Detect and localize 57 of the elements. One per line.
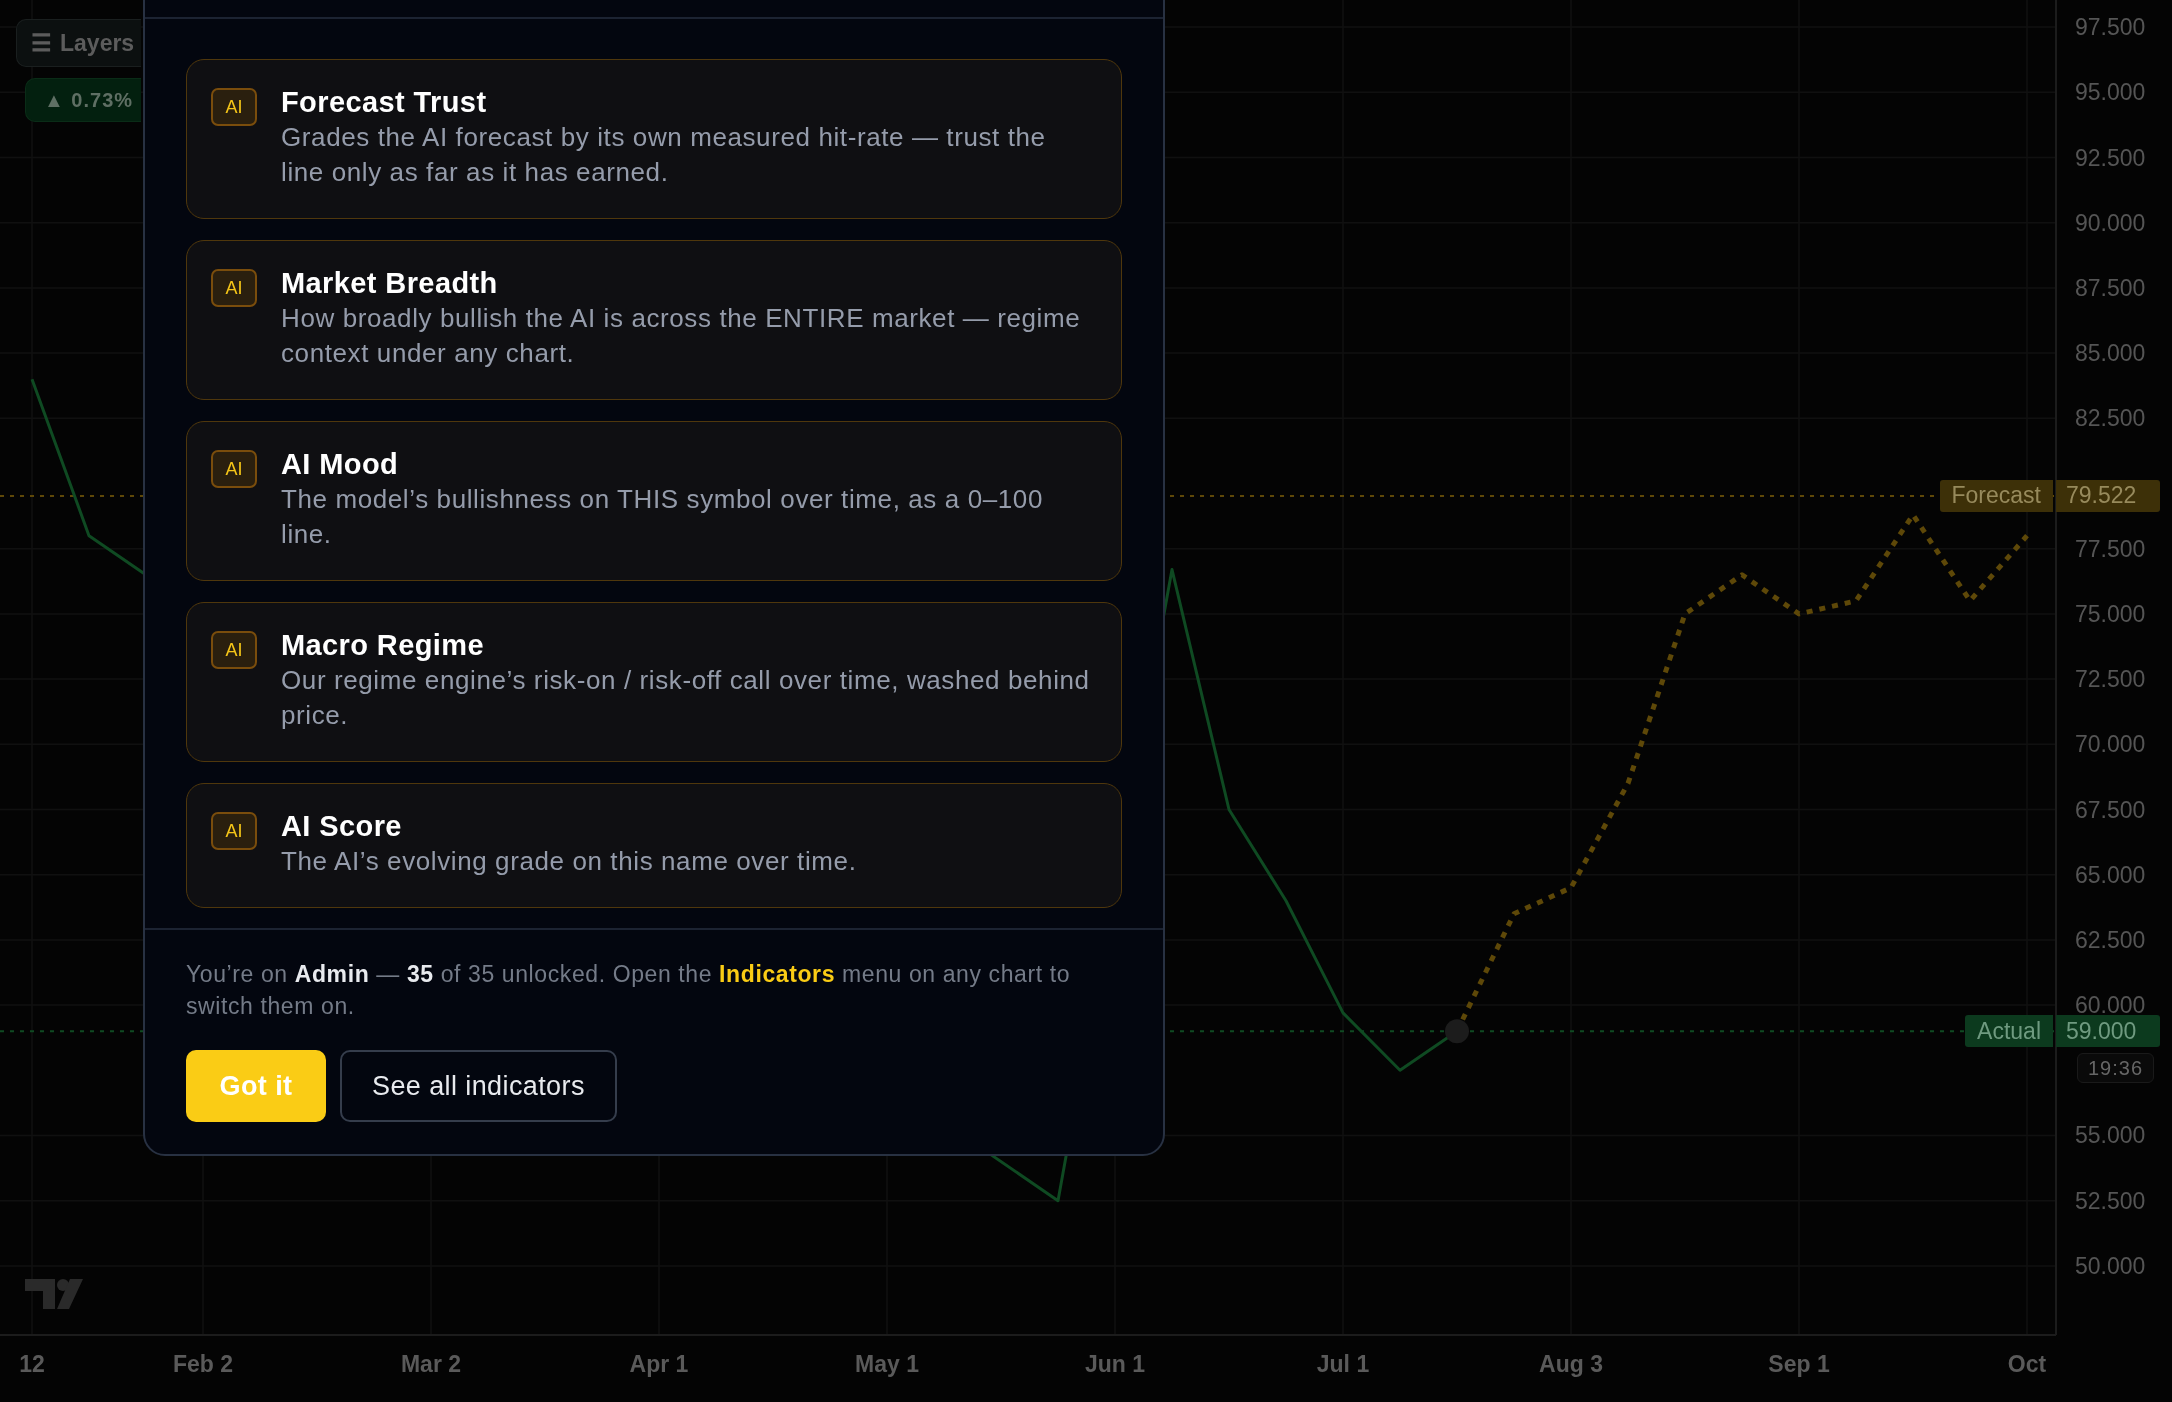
y-axis-label: 70.000	[2075, 731, 2146, 758]
y-axis-label: 75.000	[2075, 600, 2146, 627]
x-axis-label: Sep 1	[1768, 1351, 1830, 1377]
x-axis-label: Jul 1	[1316, 1351, 1370, 1377]
y-axis-label: 97.500	[2075, 14, 2146, 41]
y-axis-label: 82.500	[2075, 405, 2146, 432]
card-description: Our regime engine’s risk-on / risk-off call over time, washed behind price.	[281, 664, 1091, 732]
card-title: Forecast Trust	[281, 85, 488, 120]
logo-icon	[25, 1279, 83, 1309]
y-axis-label: 50.000	[2075, 1252, 2146, 1279]
x-axis-label: Feb 2	[172, 1351, 234, 1377]
y-axis-label: 62.500	[2075, 926, 2146, 953]
see-all-button[interactable]: See all indicators	[340, 1050, 617, 1122]
x-axis-label: Oct	[2007, 1351, 2047, 1377]
last-point-marker	[1445, 1019, 1469, 1044]
y-axis-label: 72.500	[2075, 666, 2146, 693]
x-axis-label: Aug 3	[1539, 1351, 1603, 1377]
countdown-label: 19:36	[2077, 1053, 2155, 1083]
y-axis-label: 55.000	[2075, 1122, 2146, 1149]
ai-badge: AI	[211, 88, 257, 126]
ai-badge: AI	[211, 631, 257, 669]
card-description: How broadly bullish the AI is across the ENTIRE market — regime context under any chart.	[281, 302, 1082, 370]
y-axis-label: 77.500	[2075, 535, 2146, 562]
card-title: Market Breadth	[281, 266, 499, 301]
ai-badge: AI	[211, 269, 257, 307]
ai-badge: AI	[211, 450, 257, 488]
footer-note: You’re on Admin — 35 of 35 unlocked. Open the Indicators menu on any chart to switch them on.	[186, 960, 1072, 1021]
card-description: Grades the AI forecast by its own measured hit-rate — trust the line only as far as it has earned.	[281, 121, 1047, 189]
x-axis-label: Jun 1	[1084, 1351, 1146, 1377]
indicator-card[interactable]: AI Forecast Trust Grades the AI forecast by its own measured hit-rate — trust the line only as far as it has earned.	[186, 59, 1122, 219]
card-title: Macro Regime	[281, 628, 486, 663]
price-label-name: Actual	[1965, 1015, 2053, 1048]
card-description: The AI’s evolving grade on this name over time.	[281, 845, 857, 878]
indicator-card[interactable]: AI AI Mood The model’s bullishness on THIS symbol over time, as a 0–100 line.	[186, 421, 1122, 581]
indicator-card[interactable]: AI AI Score The AI’s evolving grade on this name over time.	[186, 783, 1122, 908]
y-axis-label: 92.500	[2075, 144, 2146, 171]
card-title: AI Score	[281, 809, 403, 844]
price-label-value: 59.000	[2056, 1015, 2160, 1048]
card-title: AI Mood	[281, 447, 400, 482]
price-label-name: Forecast	[1939, 479, 2053, 512]
ai-badge: AI	[211, 812, 257, 850]
indicator-card[interactable]: AI Macro Regime Our regime engine’s risk-on / risk-off call over time, washed behind price.	[186, 602, 1122, 762]
y-axis-label: 67.500	[2075, 796, 2146, 823]
card-description: The model’s bullishness on THIS symbol over time, as a 0–100 line.	[281, 483, 1044, 551]
y-axis-label: 52.500	[2075, 1187, 2146, 1214]
x-axis-label: Apr 1	[629, 1351, 689, 1377]
y-axis-label: 65.000	[2075, 861, 2146, 888]
indicator-card[interactable]: AI Market Breadth How broadly bullish the AI is across the ENTIRE market — regime context under any chart.	[186, 240, 1122, 400]
change-badge: ▲ 0.73%	[25, 78, 141, 122]
x-axis-label: Mar 2	[400, 1351, 462, 1377]
x-axis-label: May 1	[855, 1351, 919, 1377]
y-axis-label: 87.500	[2075, 274, 2146, 301]
y-axis-label: 85.000	[2075, 340, 2146, 367]
price-label-value: 79.522	[2056, 479, 2160, 512]
y-axis-label: 95.000	[2075, 79, 2146, 106]
y-axis-label: 90.000	[2075, 209, 2146, 236]
x-axis-label: 12	[19, 1351, 45, 1377]
